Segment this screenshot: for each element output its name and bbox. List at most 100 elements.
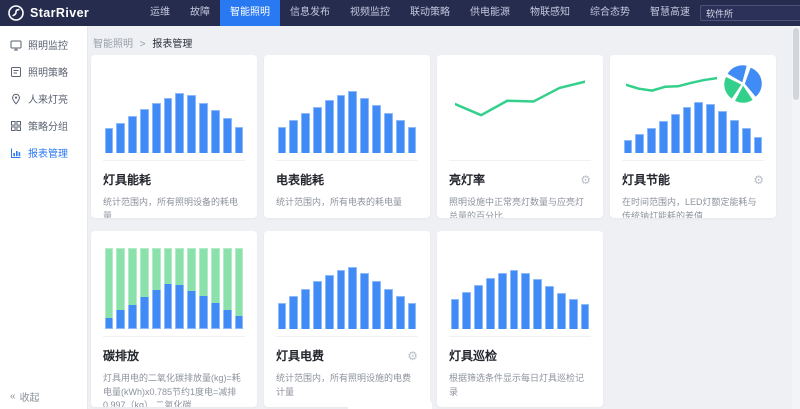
nav-item-4[interactable]: 视频监控 [340,0,400,26]
bar [313,281,322,329]
bar [498,273,507,329]
stacked-bar [164,248,173,329]
bar-chart [276,65,418,153]
card-chart [103,65,245,153]
bar [462,292,471,329]
bar [659,121,668,153]
nav-item-0[interactable]: 运维 [140,0,180,26]
card-description: 在时间范围内，LED灯额定能耗与传统钠灯能耗的差值 [622,196,764,218]
card-chart [103,241,245,329]
bar [278,127,287,153]
breadcrumb-current: 报表管理 [152,39,192,50]
breadcrumb-parent[interactable]: 智能照明 [93,39,133,50]
group-icon [10,120,22,132]
stacked-bar [116,248,125,329]
main-content: 智能照明 > 报表管理 灯具能耗 ⚙ 统计范围内，所有照明设备的耗电量 电表能耗… [88,26,800,409]
card-divider [449,336,591,337]
bar [223,118,232,153]
sidebar-item-1[interactable]: 照明策略 [0,58,87,85]
sidebar-item-0[interactable]: 照明监控 [0,31,87,58]
bar [396,296,405,329]
card-description: 照明设施中正常亮灯数量与应亮灯总量的百分比 [449,196,591,218]
nav-item-3[interactable]: 信息发布 [280,0,340,26]
collapse-icon: « [10,391,16,402]
sidebar-item-2[interactable]: 人来灯亮 [0,85,87,112]
report-card-5[interactable]: 灯具电费 ⚙ 统计范围内，所有照明设施的电费计量 [264,231,430,407]
vertical-scrollbar[interactable] [792,26,800,409]
bar [408,303,417,329]
card-title: 电表能耗 [276,171,324,188]
sidebar-item-label: 策略分组 [28,118,68,133]
bar [337,95,346,153]
card-divider [103,336,245,337]
bar [384,113,393,153]
strategy-icon [10,66,22,78]
card-title: 灯具巡检 [449,347,497,364]
report-card-1[interactable]: 电表能耗 ⚙ 统计范围内，所有电表的耗电量 [264,55,430,218]
report-card-6[interactable]: 灯具巡检 ⚙ 根据筛选条件显示每日灯具巡检记录 [437,231,603,407]
bar [718,111,727,153]
nav-item-1[interactable]: 故障 [180,0,220,26]
stacked-bar [105,248,114,329]
stacked-bar [187,248,196,329]
bar-chart [103,65,245,153]
bar [199,103,208,153]
gear-icon[interactable]: ⚙ [580,174,591,186]
card-title: 碳排放 [103,347,139,364]
stacked-bar [223,248,232,329]
bar [175,93,184,153]
card-description: 灯具用电的二氧化碳排放量(kg)=耗电量(kWh)x0.785节约1度电=减排0… [103,372,245,407]
brand[interactable]: StarRiver [0,5,140,21]
bar [289,296,298,329]
bar [348,267,357,329]
breadcrumb-separator: > [140,39,146,50]
bar [533,279,542,329]
card-description: 统计范围内，所有照明设施的电费计量 [276,372,418,399]
sidebar-item-4[interactable]: 报表管理 [0,139,87,166]
sidebar: 照明监控照明策略人来灯亮策略分组报表管理 « 收起 [0,26,88,409]
bar [116,123,125,153]
bar [730,120,739,153]
bar [647,128,656,153]
report-card-2[interactable]: 亮灯率 ⚙ 照明设施中正常亮灯数量与应亮灯总量的百分比 [437,55,603,218]
bar [384,289,393,329]
bar [164,98,173,153]
collapse-sidebar-button[interactable]: « 收起 [10,389,40,404]
line-chart [455,76,586,138]
org-select-value: 软件所 [706,7,733,20]
card-chart [449,65,591,153]
stacked-bar [199,248,208,329]
nav-item-8[interactable]: 综合态势 [580,0,640,26]
nav-item-9[interactable]: 智慧高速 [640,0,700,26]
card-divider [622,160,764,161]
bar-chart [449,241,591,329]
stacked-bar [175,248,184,329]
gear-icon[interactable]: ⚙ [753,174,764,186]
card-title: 亮灯率 [449,171,485,188]
scrollbar-thumb[interactable] [793,28,799,100]
stacked-bar [128,248,137,329]
gear-icon[interactable]: ⚙ [407,350,418,362]
report-card-3[interactable]: 灯具节能 ⚙ 在时间范围内，LED灯额定能耗与传统钠灯能耗的差值 [610,55,776,218]
org-select[interactable]: 软件所 ∨ [700,5,800,21]
bar [105,128,114,153]
sidebar-item-label: 照明策略 [28,64,68,79]
bar [683,107,692,153]
bar [694,102,703,153]
report-card-4[interactable]: 碳排放 ⚙ 灯具用电的二氧化碳排放量(kg)=耗电量(kWh)x0.785节约1… [91,231,257,407]
nav-item-7[interactable]: 物联感知 [520,0,580,26]
stacked-bar [235,248,244,329]
bar [742,128,751,153]
bar [545,286,554,329]
bar [348,91,357,153]
bar [624,140,633,153]
nav-item-5[interactable]: 联动策略 [400,0,460,26]
bar [372,105,381,153]
nav-item-2[interactable]: 智能照明 [220,0,280,26]
bar [671,114,680,153]
bar [408,127,417,153]
card-divider [276,336,418,337]
sidebar-item-3[interactable]: 策略分组 [0,112,87,139]
report-card-0[interactable]: 灯具能耗 ⚙ 统计范围内，所有照明设备的耗电量 [91,55,257,218]
nav-item-6[interactable]: 供电能源 [460,0,520,26]
